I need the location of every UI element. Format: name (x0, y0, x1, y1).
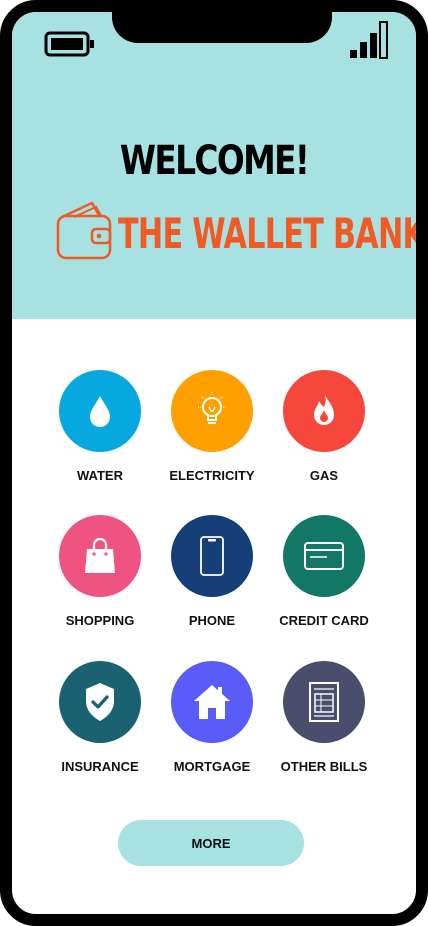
notch (112, 12, 332, 43)
shield-check-icon (86, 683, 114, 721)
more-button[interactable]: MORE (118, 820, 304, 866)
welcome-heading: WELCOME! (119, 138, 310, 184)
phone-button[interactable] (171, 515, 253, 597)
other-bills-button[interactable] (283, 661, 365, 743)
brand-logo: THE WALLET BANK (54, 199, 416, 263)
bill-document-icon (309, 682, 339, 722)
insurance-button[interactable] (59, 661, 141, 743)
phone-frame: WELCOME! THE WALLET BANK WATER ELECTRICI… (0, 0, 428, 926)
credit-card-icon (304, 542, 344, 570)
smartphone-icon (200, 536, 224, 576)
electricity-button[interactable] (171, 370, 253, 452)
flame-icon (314, 394, 334, 425)
service-label: GAS (309, 468, 339, 483)
service-credit-card[interactable]: CREDIT CARD (259, 515, 389, 635)
service-gas[interactable]: GAS (259, 370, 389, 490)
shopping-button[interactable] (59, 515, 141, 597)
water-drop-icon (90, 396, 110, 427)
credit-card-button[interactable] (283, 515, 365, 597)
signal-icon (350, 21, 388, 59)
water-button[interactable] (59, 370, 141, 452)
wallet-icon (56, 201, 112, 260)
gas-button[interactable] (283, 370, 365, 452)
service-label: CREDIT CARD (279, 613, 369, 628)
battery-icon (44, 31, 94, 57)
light-bulb-icon (198, 392, 226, 424)
service-label: OTHER BILLS (280, 759, 368, 774)
shopping-bag-icon (85, 537, 115, 573)
service-other-bills[interactable]: OTHER BILLS (259, 661, 389, 781)
bank-name: THE WALLET BANK (118, 209, 426, 258)
house-icon (194, 685, 230, 719)
header-banner: WELCOME! THE WALLET BANK (12, 12, 416, 319)
mortgage-button[interactable] (171, 661, 253, 743)
